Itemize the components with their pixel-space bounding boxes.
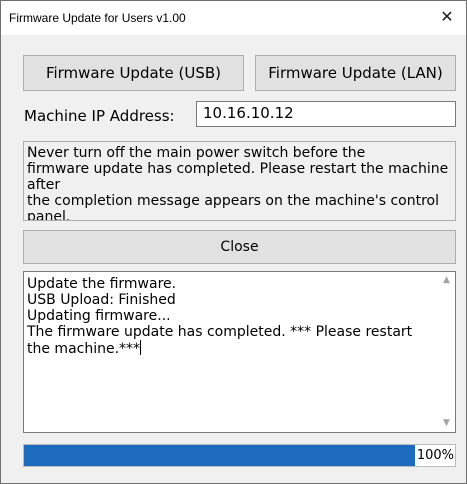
status-log-text[interactable]: Update the firmware. USB Upload: Finishe… [27,276,435,357]
firmware-update-lan-button[interactable]: Firmware Update (LAN) [255,55,456,91]
firmware-update-window: Firmware Update for Users v1.00 ✕ Firmwa… [0,0,467,484]
warning-message-text: Never turn off the main power switch bef… [27,145,449,221]
text-caret [140,340,142,355]
progress-bar-fill [24,445,455,466]
log-scrollbar[interactable]: ▲ ▼ [438,272,455,432]
status-log-content: Update the firmware. USB Upload: Finishe… [27,276,413,357]
scroll-down-icon[interactable]: ▼ [438,415,455,432]
close-button[interactable]: Close [23,230,456,264]
title-bar: Firmware Update for Users v1.00 ✕ [1,1,466,35]
progress-percent-label: 100% [414,445,455,466]
scroll-up-icon[interactable]: ▲ [438,272,455,289]
progress-bar: 100% [23,444,456,467]
window-title: Firmware Update for Users v1.00 [9,11,186,25]
firmware-update-usb-button[interactable]: Firmware Update (USB) [23,55,244,91]
close-icon[interactable]: ✕ [436,6,458,28]
warning-message-box: Never turn off the main power switch bef… [23,141,456,221]
machine-ip-label: Machine IP Address: [24,107,175,125]
machine-ip-input[interactable]: 10.16.10.12 [196,101,456,127]
status-log[interactable]: Update the firmware. USB Upload: Finishe… [23,271,456,433]
